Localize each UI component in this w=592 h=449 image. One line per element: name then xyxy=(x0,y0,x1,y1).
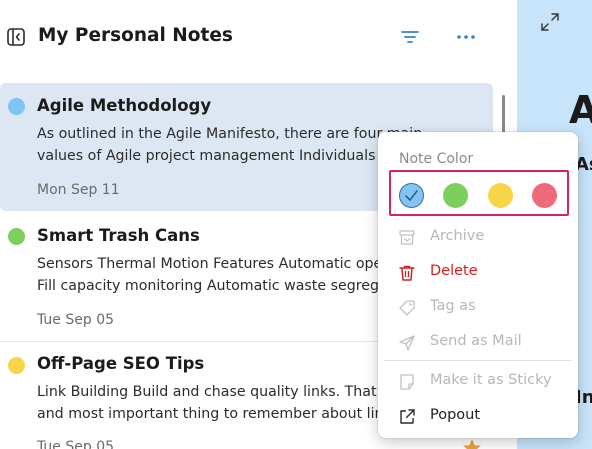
preview-heading: A xyxy=(569,88,592,132)
color-swatch-yellow[interactable] xyxy=(488,183,513,208)
menu-item-label: Archive xyxy=(430,228,485,244)
note-color-picker xyxy=(389,170,569,216)
sticky-note-icon xyxy=(400,374,414,390)
notes-header: My Personal Notes xyxy=(0,0,508,76)
note-color-dot xyxy=(8,228,25,245)
filter-icon[interactable] xyxy=(400,27,420,47)
popout-icon xyxy=(400,409,415,424)
send-icon xyxy=(399,335,415,351)
note-title: Smart Trash Cans xyxy=(37,226,200,245)
sidebar-collapse-icon[interactable] xyxy=(6,27,26,47)
menu-item-popout[interactable]: Popout xyxy=(378,401,578,433)
note-title: Off-Page SEO Tips xyxy=(37,354,205,373)
menu-item-archive[interactable]: Archive xyxy=(378,222,578,254)
note-color-dot xyxy=(8,98,25,115)
color-swatch-green[interactable] xyxy=(443,183,468,208)
note-color-heading: Note Color xyxy=(399,151,474,167)
note-title: Agile Methodology xyxy=(37,96,212,115)
more-horizontal-icon[interactable] xyxy=(455,27,477,47)
menu-divider xyxy=(384,360,572,361)
expand-icon[interactable] xyxy=(539,11,561,33)
page-title: My Personal Notes xyxy=(38,25,233,46)
star-icon xyxy=(463,439,481,449)
menu-item-send-as-mail[interactable]: Send as Mail xyxy=(378,327,578,359)
tag-icon xyxy=(399,300,415,316)
archive-icon xyxy=(399,230,415,245)
menu-item-label: Make it as Sticky xyxy=(430,372,552,388)
menu-item-delete[interactable]: Delete xyxy=(378,257,578,289)
color-swatch-red[interactable] xyxy=(532,183,557,208)
color-swatch-blue[interactable] xyxy=(399,183,424,208)
note-date: Tue Sep 05 xyxy=(37,312,115,328)
trash-icon xyxy=(399,265,415,281)
note-date: Tue Sep 05 xyxy=(37,439,115,449)
menu-item-label: Send as Mail xyxy=(430,333,522,349)
menu-item-label: Popout xyxy=(430,407,481,423)
menu-item-tag-as[interactable]: Tag as xyxy=(378,292,578,324)
note-date: Mon Sep 11 xyxy=(37,182,120,198)
note-color-dot xyxy=(8,357,25,374)
note-context-menu: Note Color Archive Delete Tag as Send as… xyxy=(378,132,578,438)
checkmark-icon xyxy=(404,189,418,201)
menu-item-label: Delete xyxy=(430,263,478,279)
menu-item-label: Tag as xyxy=(430,298,476,314)
menu-item-make-sticky[interactable]: Make it as Sticky xyxy=(378,366,578,398)
